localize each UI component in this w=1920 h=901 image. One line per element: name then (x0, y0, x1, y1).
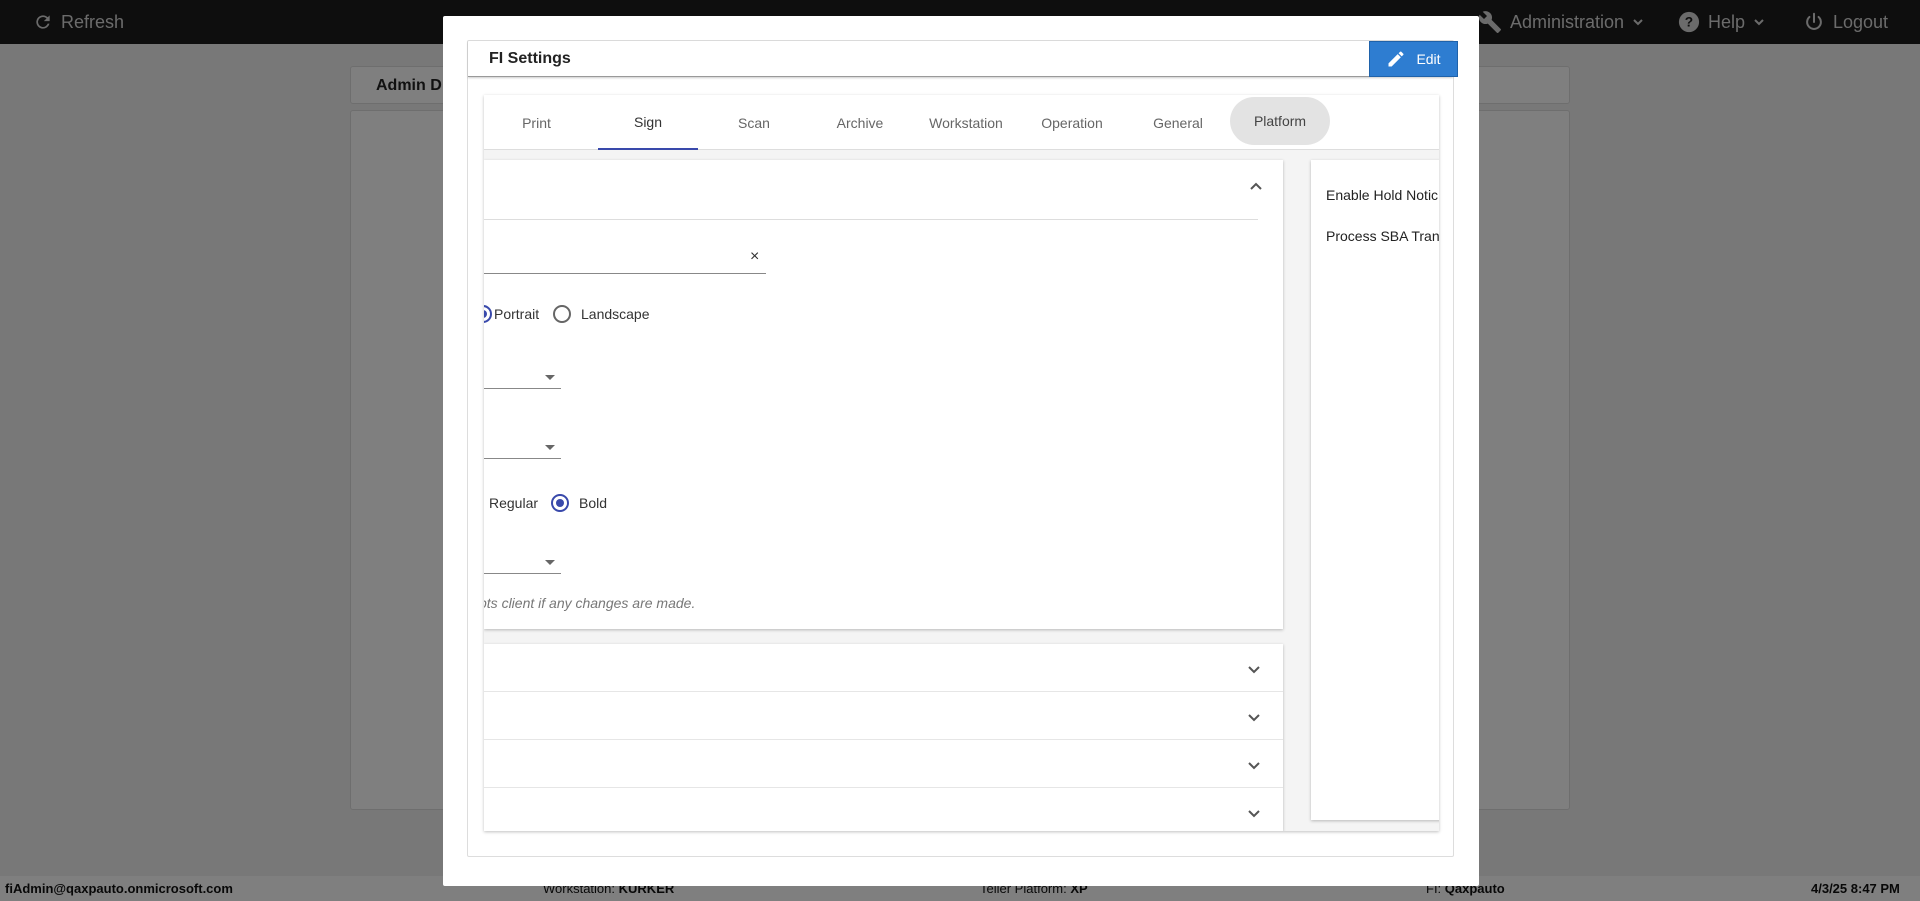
text-field[interactable] (484, 248, 752, 272)
select-dropdown-2[interactable] (484, 418, 561, 446)
portrait-label: Portrait (494, 306, 540, 322)
dialog-frame: FI Settings Edit Print Sign Scan Archive… (467, 40, 1458, 857)
landscape-radio[interactable] (553, 305, 571, 323)
portrait-radio[interactable] (484, 305, 492, 323)
tab-general[interactable]: General (1128, 95, 1228, 150)
tab-label: Workstation (929, 114, 1003, 131)
bold-label: Bold (579, 495, 608, 511)
collapsed-sections (484, 644, 1283, 831)
tab-print[interactable]: Print (484, 95, 589, 150)
select-underline (484, 573, 561, 574)
accordion-row[interactable] (484, 788, 1283, 831)
tab-sign[interactable]: Sign (598, 95, 698, 150)
accordion-row[interactable] (484, 644, 1283, 692)
dialog-header: FI Settings Edit (468, 41, 1458, 77)
tab-workstation[interactable]: Workstation (916, 95, 1016, 150)
text-field-underline (484, 273, 766, 274)
settings-content: Print Sign Scan Archive Workstation Oper… (484, 95, 1439, 831)
dropdown-arrow-icon (545, 375, 555, 380)
edit-button[interactable]: Edit (1369, 41, 1458, 77)
side-settings-panel: Enable Hold Notic Process SBA Tran (1311, 160, 1439, 820)
tab-label: Sign (633, 113, 663, 130)
enable-hold-notice-label: Enable Hold Notic (1326, 187, 1439, 203)
accordion-row[interactable] (484, 740, 1283, 788)
tab-label: Print (522, 114, 551, 131)
regular-label: Regular (489, 495, 539, 511)
chevron-down-icon (1248, 762, 1260, 770)
chevron-down-icon (1248, 810, 1260, 818)
tab-label: Operation (1041, 114, 1103, 131)
chevron-down-icon (1248, 714, 1260, 722)
chevron-up-icon[interactable] (1249, 180, 1263, 194)
accordion-row[interactable] (484, 692, 1283, 740)
tab-label: Scan (738, 114, 770, 131)
chevron-down-icon (1248, 666, 1260, 674)
edit-label: Edit (1416, 51, 1441, 67)
tab-scan[interactable]: Scan (704, 95, 804, 150)
settings-tabs: Print Sign Scan Archive Workstation Oper… (484, 95, 1439, 150)
tab-archive[interactable]: Archive (810, 95, 910, 150)
divider (484, 219, 1258, 220)
fi-settings-dialog: FI Settings Edit Print Sign Scan Archive… (443, 16, 1479, 886)
tab-operation[interactable]: Operation (1022, 95, 1122, 150)
select-underline (484, 388, 561, 389)
process-sba-label: Process SBA Tran (1326, 228, 1439, 244)
tab-label: Platform (1253, 113, 1307, 129)
tab-platform[interactable]: Platform (1230, 97, 1330, 145)
sign-settings-panel: × Portrait Landscape Regular Bold pts cl… (484, 160, 1283, 629)
dialog-title: FI Settings (489, 50, 571, 67)
select-dropdown-3[interactable] (484, 545, 561, 573)
dropdown-arrow-icon (545, 445, 555, 450)
pencil-icon (1388, 51, 1404, 67)
select-underline (484, 458, 561, 459)
landscape-label: Landscape (581, 306, 650, 322)
clear-icon[interactable]: × (750, 248, 759, 266)
restart-hint: pts client if any changes are made. (484, 595, 696, 611)
dropdown-arrow-icon (545, 560, 555, 565)
bold-radio[interactable] (551, 494, 569, 512)
tab-label: Archive (836, 114, 884, 131)
select-dropdown-1[interactable] (484, 348, 561, 376)
tab-label: General (1153, 114, 1203, 131)
